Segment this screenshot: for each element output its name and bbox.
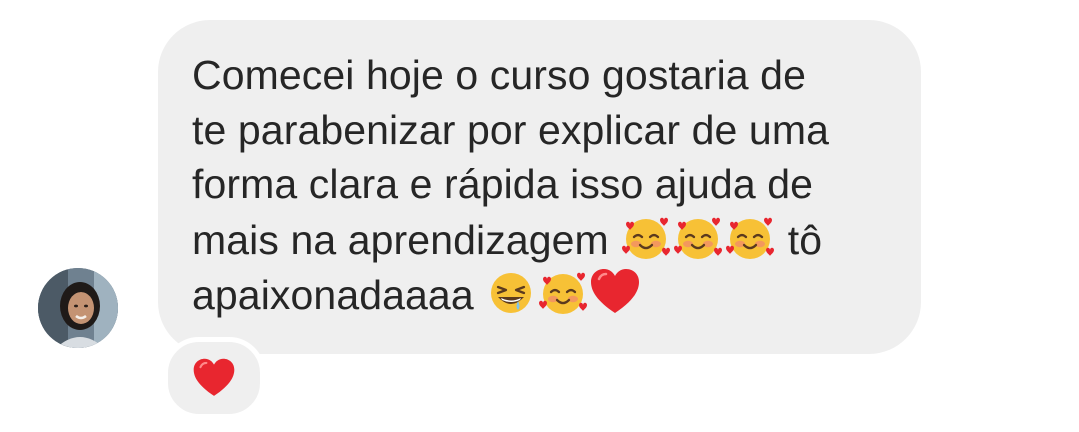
message-line-text: tô — [787, 216, 823, 263]
message-line: Comecei hoje o curso gostaria de — [192, 52, 806, 98]
smiling-face-with-hearts-icon — [620, 212, 672, 264]
grinning-squinting-face-icon — [485, 267, 537, 319]
reaction-pill[interactable] — [163, 337, 265, 419]
smiling-face-with-hearts-icon — [537, 267, 589, 319]
message-line-text: apaixonadaaaa — [192, 272, 474, 318]
smiling-face-with-hearts-icon — [672, 212, 724, 264]
message-text: Comecei hoje o curso gostaria de te para… — [192, 48, 891, 323]
message-line-4: mais na aprendizagem tô — [192, 212, 891, 268]
red-heart-icon — [589, 267, 641, 319]
message-line: forma clara e rápida isso ajuda de — [192, 161, 814, 207]
avatar-photo — [38, 268, 118, 348]
sender-avatar[interactable] — [38, 268, 118, 348]
message-line-text: mais na aprendizagem — [192, 216, 609, 263]
smiling-face-with-hearts-icon — [724, 212, 776, 264]
red-heart-icon — [193, 358, 235, 396]
message-line-5: apaixonadaaaa — [192, 267, 891, 323]
message-bubble[interactable]: Comecei hoje o curso gostaria de te para… — [158, 20, 921, 354]
message-line: te parabenizar por explicar de uma — [192, 106, 829, 153]
